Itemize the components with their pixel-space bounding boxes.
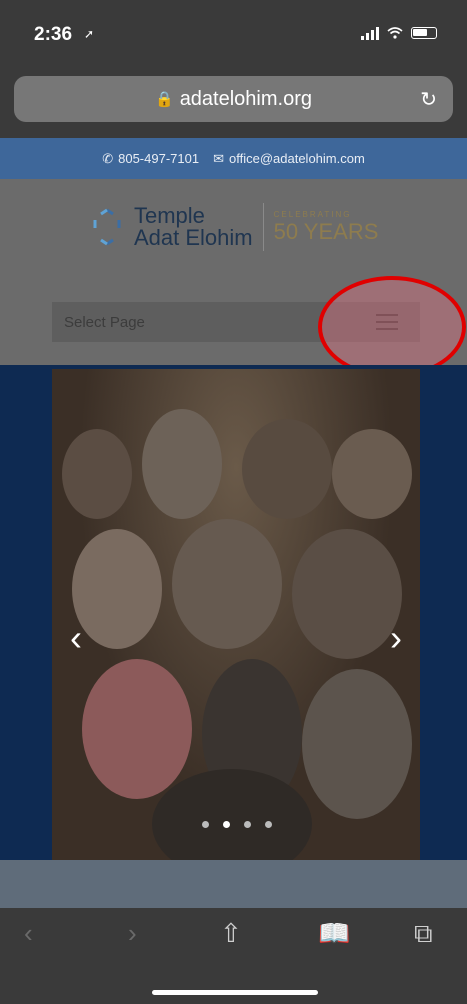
back-icon[interactable]: ‹ bbox=[24, 918, 33, 949]
slide-dot[interactable] bbox=[244, 821, 251, 828]
select-page-label: Select Page bbox=[64, 313, 145, 331]
location-icon: ➚ bbox=[84, 27, 95, 41]
logo-name: Temple Adat Elohim bbox=[134, 205, 253, 249]
share-icon[interactable]: ⇧ bbox=[220, 918, 242, 949]
browser-toolbar: ‹ › ⇧ 📖 ⧉ bbox=[0, 908, 467, 1004]
star-logo-icon bbox=[93, 208, 121, 246]
slide-dot[interactable] bbox=[223, 821, 230, 828]
status-indicators bbox=[361, 26, 437, 40]
mail-icon: ✉ bbox=[213, 150, 224, 166]
email-link[interactable]: ✉ office@adatelohim.com bbox=[213, 151, 365, 167]
email-text: office@adatelohim.com bbox=[228, 151, 365, 166]
site-logo[interactable]: Temple Adat Elohim CELEBRATING 50 YEARS bbox=[86, 203, 378, 251]
phone-icon: ✆ bbox=[102, 150, 114, 166]
contact-bar: ✆ 805-497-7101 ✉ office@adatelohim.com bbox=[0, 138, 467, 179]
logo-divider bbox=[262, 203, 264, 251]
phone-link[interactable]: ✆ 805-497-7101 bbox=[102, 151, 199, 167]
lock-icon: 🔒 bbox=[155, 91, 174, 108]
slide-dot[interactable] bbox=[202, 821, 209, 828]
anniversary-badge: CELEBRATING 50 YEARS bbox=[274, 210, 379, 245]
phone-text: 805-497-7101 bbox=[118, 151, 200, 166]
tabs-icon[interactable]: ⧉ bbox=[414, 918, 433, 950]
celebrating-text: CELEBRATING bbox=[273, 209, 352, 219]
next-slide-icon[interactable]: › bbox=[390, 617, 402, 659]
logo-line1: Temple bbox=[134, 203, 205, 228]
battery-icon bbox=[411, 27, 437, 39]
page-band bbox=[0, 860, 467, 908]
status-time: 2:36 bbox=[34, 24, 73, 45]
menu-highlight-circle bbox=[318, 276, 466, 378]
prev-slide-icon[interactable]: ‹ bbox=[70, 617, 82, 659]
home-indicator bbox=[152, 990, 318, 995]
logo-line2: Adat Elohim bbox=[134, 225, 253, 250]
years-text: 50 YEARS bbox=[273, 218, 379, 244]
status-bar: 2:36 ➚ bbox=[0, 0, 467, 70]
url-text: adatelohim.org bbox=[179, 87, 312, 110]
url-field[interactable]: 🔒 adatelohim.org ↻ bbox=[14, 76, 453, 122]
reload-icon[interactable]: ↻ bbox=[420, 87, 437, 112]
hero-slider: ‹ › bbox=[0, 365, 467, 860]
wifi-icon bbox=[387, 27, 403, 39]
slide-pager bbox=[202, 821, 272, 828]
slide-photo: ‹ › bbox=[52, 369, 420, 860]
bookmarks-icon[interactable]: 📖 bbox=[318, 918, 350, 949]
forward-icon[interactable]: › bbox=[128, 918, 137, 949]
signal-icon bbox=[361, 26, 379, 40]
slide-dot[interactable] bbox=[265, 821, 272, 828]
address-bar: 🔒 adatelohim.org ↻ bbox=[0, 70, 467, 138]
